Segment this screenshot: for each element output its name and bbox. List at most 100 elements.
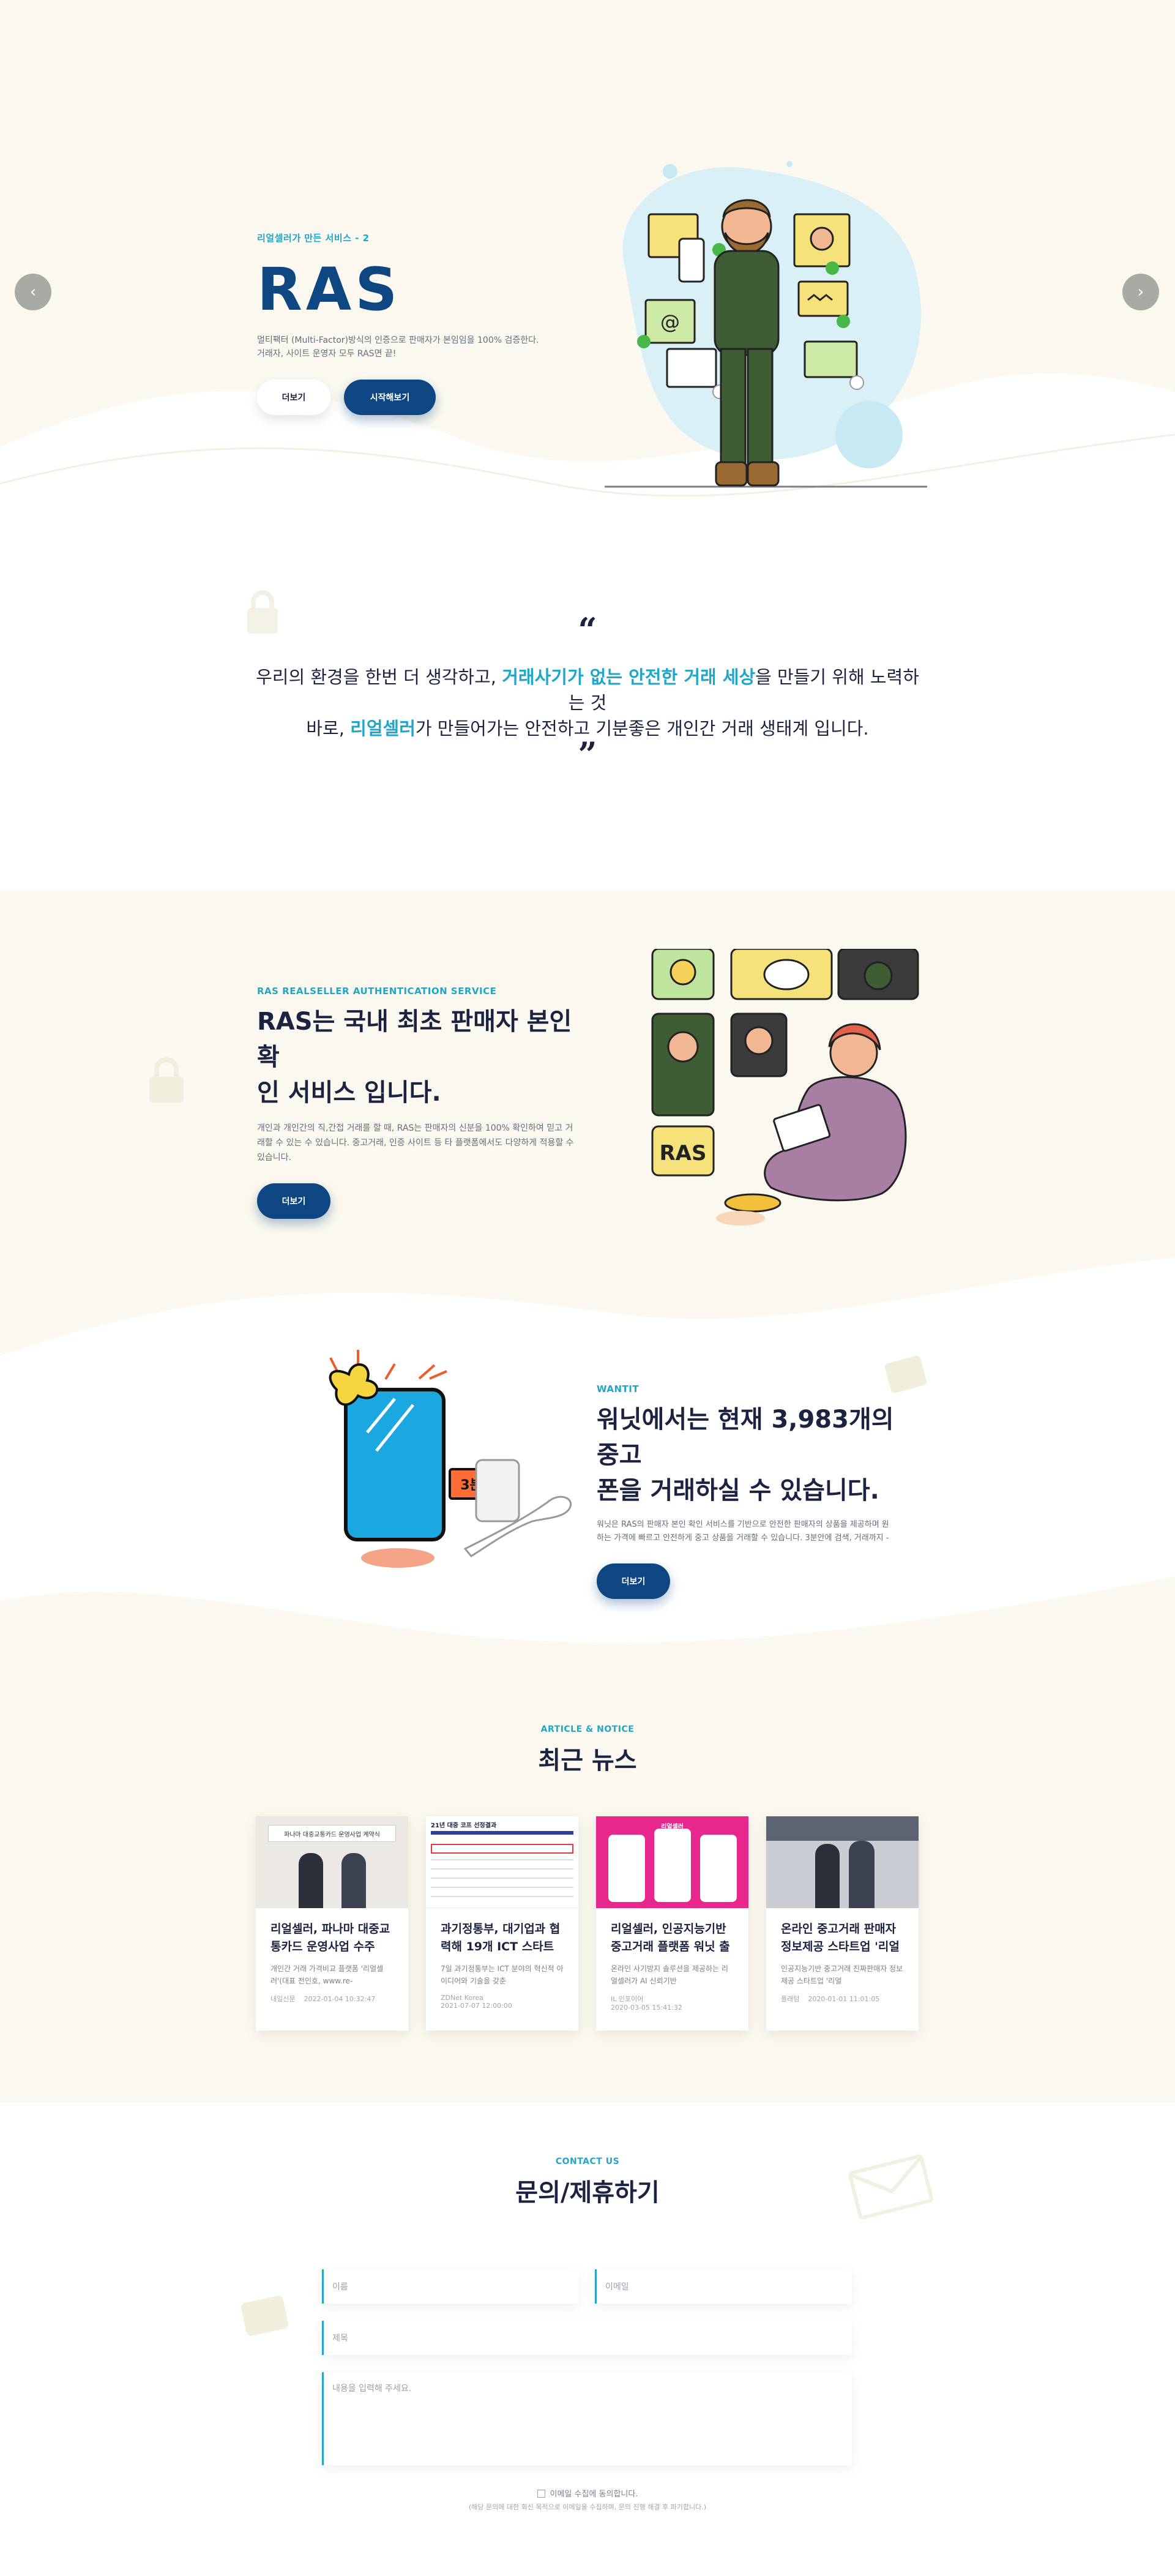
news-card-body: 과기정통부, 대기업과 협력해 19개 ICT 스타트업 7일 과기정통부는 I… bbox=[426, 1908, 578, 2010]
quote-line1-start: 우리의 환경을 한번 더 생각하고, bbox=[256, 667, 502, 687]
phone-illustration: 3분! bbox=[329, 1350, 572, 1568]
hero-desc-line1: 멀티팩터 (Multi-Factor)방식의 인증으로 판매자가 본임임을 10… bbox=[257, 335, 539, 345]
news-card[interactable]: 온라인 중고거래 판매자 정보제공 스타트업 '리얼셀러' 인공지능기반 중고거… bbox=[766, 1816, 919, 2031]
quote-highlight-realseller: 리얼셀러 bbox=[350, 718, 416, 739]
quote-line2-end: 가 만들어가는 안전하고 기분좋은 개인간 거래 생태계 입니다. bbox=[415, 718, 869, 739]
hero-desc-line2: 거래자, 사이트 운영자 모두 RAS면 끝! bbox=[257, 349, 397, 359]
hero-section: ‹ › 리얼셀러가 만든 서비스 - 2 RAS 멀티팩터 (Multi-Fac… bbox=[0, 0, 1175, 539]
wantit-desc-line2: 하는 가격에 빠르고 안전하게 중고 상품을 거래할 수 있습니다. 3분안에 … bbox=[597, 1533, 889, 1543]
news-card-desc: 개인간 거래 가격비교 플랫폼 '리얼셀러'(대표 전인호, www.re- bbox=[270, 1964, 384, 1986]
chat-icon bbox=[241, 2296, 288, 2336]
news-card-body: 리얼셀러, 파나마 대중교통카드 운영사업 수주 개인간 거래 가격비교 플랫폼… bbox=[256, 1908, 408, 2004]
ras-more-button[interactable]: 더보기 bbox=[257, 1183, 330, 1219]
wantit-title: 워닛에서는 현재 3,983개의 중고 폰을 거래하실 수 있습니다. bbox=[597, 1402, 915, 1508]
contact-form-row: 이름 이메일 bbox=[322, 2269, 852, 2304]
ras-title-line2: 인 서비스 입니다. bbox=[257, 1079, 441, 1107]
svg-text:@: @ bbox=[660, 310, 680, 334]
consent-checkbox[interactable] bbox=[537, 2490, 545, 2498]
news-card-date: 2020-03-05 15:41:32 bbox=[611, 2004, 682, 2012]
ras-intro-eyebrow: RAS REALSELLER AUTHENTICATION SERVICE bbox=[257, 986, 497, 997]
hero-illustration: @ bbox=[605, 161, 927, 488]
intro-wave-decoration bbox=[0, 1258, 1175, 1643]
news-eyebrow: ARTICLE & NOTICE bbox=[540, 1724, 635, 1734]
news-card-source: ZDNet Korea bbox=[441, 1994, 483, 2002]
thumb-caption: 파나마 대중교통카드 운영사업 계약식 bbox=[268, 1825, 396, 1842]
news-card-thumbnail: 파나마 대중교통카드 운영사업 계약식 bbox=[256, 1816, 408, 1908]
news-card-meta: 플래텀 2020-01-01 11:01:05 bbox=[781, 1994, 904, 2004]
email-input[interactable]: 이메일 bbox=[595, 2269, 852, 2304]
news-card-list: 파나마 대중교통카드 운영사업 계약식 리얼셀러, 파나마 대중교통카드 운영사… bbox=[256, 1816, 919, 2031]
subject-input[interactable]: 제목 bbox=[322, 2321, 852, 2355]
contact-section: CONTACT US 문의/제휴하기 이름 이메일 제목 내용을 입력해 주세요… bbox=[0, 2103, 1175, 2576]
wantit-description: 워닛은 RAS의 판매자 본인 확인 서비스를 기반으로 안전한 판매자의 상품… bbox=[597, 1518, 915, 1545]
wantit-eyebrow: WANTIT bbox=[597, 1383, 640, 1395]
hero-text-block: 리얼셀러가 만든 서비스 - 2 RAS 멀티팩터 (Multi-Factor)… bbox=[257, 231, 575, 415]
hero-button-row: 더보기 시작해보기 bbox=[257, 379, 575, 415]
ras-intro-block: RAS REALSELLER AUTHENTICATION SERVICE RA… bbox=[257, 986, 581, 1219]
news-card-date: 2020-01-01 11:01:05 bbox=[808, 1995, 880, 2003]
hero-more-button[interactable]: 더보기 bbox=[257, 379, 330, 415]
news-card[interactable]: 리얼셀러 리얼셀러, 인공지능기반 중고거래 플랫폼 워닛 출시 온라인 사기방… bbox=[596, 1816, 748, 2031]
news-card[interactable]: 파나마 대중교통카드 운영사업 계약식 리얼셀러, 파나마 대중교통카드 운영사… bbox=[256, 1816, 408, 2031]
news-card-desc: 7일 과기정통부는 ICT 분야의 혁신적 아이디어와 기술을 갖춘 bbox=[441, 1964, 564, 1986]
thumb-caption: 리얼셀러 bbox=[661, 1824, 684, 1830]
news-card-meta: 내일신문 2022-01-04 10:32:47 bbox=[270, 1994, 394, 2004]
news-card-thumbnail bbox=[766, 1816, 919, 1908]
chevron-right-icon: › bbox=[1137, 283, 1144, 301]
news-card-date: 2021-07-07 12:00:00 bbox=[441, 2002, 512, 2010]
lock-icon bbox=[247, 590, 278, 634]
wantit-desc-line1: 워닛은 RAS의 판매자 본인 확인 서비스를 기반으로 안전한 판매자의 상품… bbox=[597, 1520, 889, 1529]
quote-close-icon: ” bbox=[578, 735, 597, 774]
wantit-block: WANTIT 워닛에서는 현재 3,983개의 중고 폰을 거래하실 수 있습니… bbox=[597, 1383, 915, 1600]
news-card-source: IL 인포이어 bbox=[611, 1995, 644, 2003]
service-intro-section: RAS REALSELLER AUTHENTICATION SERVICE RA… bbox=[0, 891, 1175, 1674]
mission-quote: 우리의 환경을 한번 더 생각하고, 거래사기가 없는 안전한 거래 세상을 만… bbox=[251, 664, 924, 741]
carousel-next-button[interactable]: › bbox=[1122, 274, 1159, 310]
wantit-more-button[interactable]: 더보기 bbox=[597, 1563, 670, 1600]
hero-eyebrow: 리얼셀러가 만든 서비스 - 2 bbox=[257, 233, 370, 244]
thumb-caption: 21년 대중 코프 선정결과 bbox=[431, 1822, 497, 1829]
consent-label: 이메일 수집에 동의합니다. bbox=[550, 2490, 638, 2499]
ras-badge-text: RAS bbox=[660, 1141, 707, 1166]
news-card-desc: 인공지능기반 중고거래 진짜판매자 정보제공 스타트업 '리얼 bbox=[781, 1964, 903, 1986]
ras-intro-title: RAS는 국내 최초 판매자 본인 확 인 서비스 입니다. bbox=[257, 1004, 581, 1110]
quote-open-icon: “ bbox=[578, 610, 597, 650]
consent-note: (해당 문의에 대한 회신 목적으로 이메일을 수집하며, 문의 진행 해결 후… bbox=[469, 2503, 706, 2511]
news-card-body: 온라인 중고거래 판매자 정보제공 스타트업 '리얼셀러' 인공지능기반 중고거… bbox=[766, 1908, 919, 2004]
hero-description: 멀티팩터 (Multi-Factor)방식의 인증으로 판매자가 본임임을 10… bbox=[257, 334, 575, 361]
chevron-left-icon: ‹ bbox=[29, 283, 37, 301]
news-card-meta: IL 인포이어 2020-03-05 15:41:32 bbox=[611, 1994, 734, 2012]
ras-desc-line1: 개인과 개인간의 직,간접 거래를 할 때, RAS는 판매자의 신분을 100… bbox=[257, 1123, 573, 1133]
news-card-meta: ZDNet Korea 2021-07-07 12:00:00 bbox=[441, 1994, 564, 2010]
wantit-title-line1: 워닛에서는 현재 3,983개의 중고 bbox=[597, 1406, 894, 1469]
news-card-title: 리얼셀러, 파나마 대중교통카드 운영사업 수주 bbox=[270, 1922, 390, 1953]
news-card[interactable]: 21년 대중 코프 선정결과 과기정통부, 대기업과 협력해 19개 ICT 스… bbox=[426, 1816, 578, 2031]
ras-logo: RAS bbox=[257, 255, 401, 324]
news-card-title: 과기정통부, 대기업과 협력해 19개 ICT 스타트업 bbox=[441, 1922, 561, 1953]
news-title: 최근 뉴스 bbox=[538, 1747, 637, 1775]
news-section: ARTICLE & NOTICE 최근 뉴스 파나마 대중교통카드 운영사업 계… bbox=[0, 1674, 1175, 2103]
hero-start-button[interactable]: 시작해보기 bbox=[344, 379, 436, 415]
name-input[interactable]: 이름 bbox=[322, 2269, 579, 2304]
news-card-thumbnail: 21년 대중 코프 선정결과 bbox=[426, 1816, 578, 1908]
news-card-source: 내일신문 bbox=[270, 1995, 296, 2003]
contact-form: 이름 이메일 제목 내용을 입력해 주세요. bbox=[322, 2269, 852, 2465]
ras-desc-line3: 있습니다. bbox=[257, 1152, 291, 1163]
email-consent: 이메일 수집에 동의합니다. bbox=[0, 2487, 1175, 2499]
ras-desc-line2: 래할 수 있는 수 있습니다. 중고거래, 인증 사이트 등 타 플랫폼에서도 … bbox=[257, 1137, 574, 1148]
quote-highlight-safe-trade: 거래사기가 없는 안전한 거래 세상 bbox=[502, 667, 756, 687]
contact-title: 문의/제휴하기 bbox=[515, 2179, 660, 2207]
users-illustration: RAS bbox=[651, 949, 919, 1226]
news-card-date: 2022-01-04 10:32:47 bbox=[304, 1995, 376, 2003]
carousel-prev-button[interactable]: ‹ bbox=[15, 274, 51, 310]
news-card-title: 온라인 중고거래 판매자 정보제공 스타트업 '리얼셀러' bbox=[781, 1922, 900, 1953]
contact-eyebrow: CONTACT US bbox=[555, 2157, 620, 2166]
news-card-body: 리얼셀러, 인공지능기반 중고거래 플랫폼 워닛 출시 온라인 사기방지 솔루션… bbox=[596, 1908, 748, 2012]
news-card-thumbnail: 리얼셀러 bbox=[596, 1816, 748, 1908]
ras-intro-description: 개인과 개인간의 직,간접 거래를 할 때, RAS는 판매자의 신분을 100… bbox=[257, 1121, 581, 1165]
message-textarea[interactable]: 내용을 입력해 주세요. bbox=[322, 2372, 852, 2465]
news-card-source: 플래텀 bbox=[781, 1995, 800, 2003]
envelope-icon bbox=[848, 2154, 934, 2219]
mission-quote-section: “ 우리의 환경을 한번 더 생각하고, 거래사기가 없는 안전한 거래 세상을… bbox=[0, 539, 1175, 891]
quote-line1: 우리의 환경을 한번 더 생각하고, 거래사기가 없는 안전한 거래 세상을 만… bbox=[251, 664, 924, 716]
